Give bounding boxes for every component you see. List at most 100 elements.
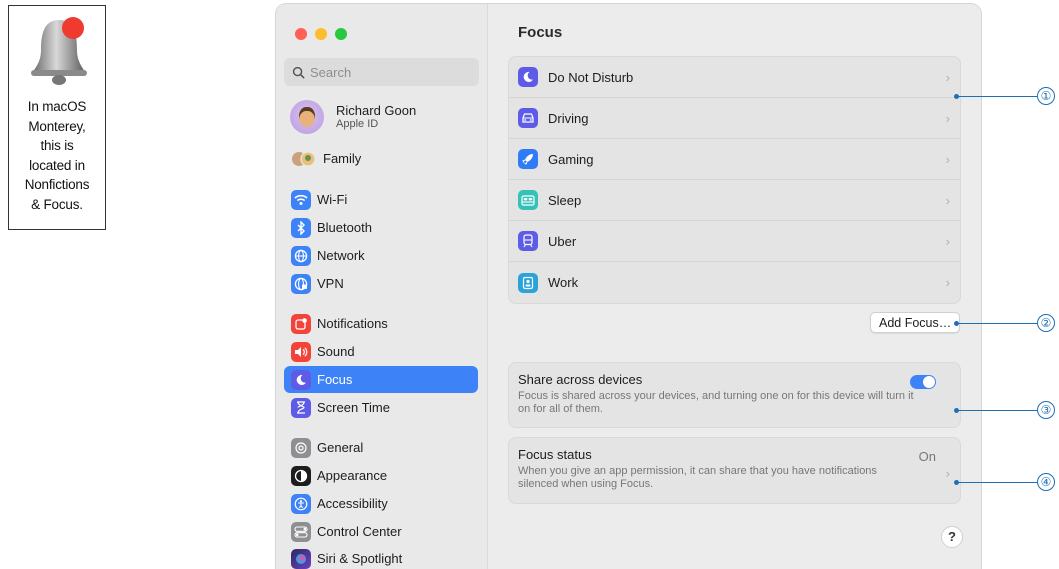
sidebar-item-label: Family [323, 151, 362, 166]
chevron-right-icon: › [945, 192, 950, 208]
focus-row-label: Sleep [548, 192, 582, 208]
focus-row-work[interactable]: Work › [509, 262, 960, 303]
train-icon [518, 231, 538, 251]
sidebar-item-label: Bluetooth [317, 220, 372, 235]
rocket-icon [518, 149, 538, 169]
focus-row-sleep[interactable]: Sleep › [509, 180, 960, 221]
share-title: Share across devices [518, 372, 643, 387]
wifi-icon [291, 189, 311, 210]
minimize-button[interactable] [315, 28, 327, 40]
car-icon [518, 108, 538, 128]
window-controls [295, 28, 347, 40]
bell-icon [31, 17, 87, 85]
sidebar-item-label: Sound [317, 344, 355, 359]
network-icon [291, 245, 311, 266]
annotation-leader-1 [954, 94, 1037, 99]
avatar [290, 100, 324, 134]
sidebar-item-label: Focus [317, 372, 353, 387]
sidebar-item-vpn[interactable]: VPN [284, 270, 478, 297]
sidebar-item-label: Siri & Spotlight [317, 551, 403, 566]
search-input[interactable] [310, 64, 470, 80]
close-button[interactable] [295, 28, 307, 40]
focus-row-label: Driving [548, 110, 589, 126]
bluetooth-icon [291, 217, 311, 238]
chevron-right-icon: › [945, 151, 950, 167]
focus-pane: Focus Do Not Disturb › Driving › Gaming … [488, 4, 981, 569]
share-across-devices-card: Share across devices Focus is shared acr… [508, 362, 961, 428]
sidebar-item-label: Wi-Fi [317, 192, 348, 207]
callout-box: In macOS Monterey, this is located in No… [8, 5, 106, 230]
sidebar-item-appearance[interactable]: Appearance [284, 462, 478, 489]
chevron-right-icon: › [945, 466, 950, 481]
family-icon [291, 149, 317, 169]
annotation-number-3: ③ [1037, 401, 1055, 419]
sidebar-item-wifi[interactable]: Wi-Fi [284, 186, 478, 213]
sidebar-item-label: Network [317, 248, 365, 263]
sidebar-item-family[interactable]: Family [284, 145, 478, 172]
chevron-right-icon: › [945, 69, 950, 85]
focus-row-gaming[interactable]: Gaming › [509, 139, 960, 180]
share-across-devices-toggle[interactable] [910, 375, 936, 389]
search-field[interactable] [284, 58, 479, 86]
sidebar-item-label: General [317, 440, 364, 455]
annotation-leader-3 [954, 408, 1037, 413]
focus-row-label: Work [548, 275, 579, 290]
profile-name: Richard Goon [336, 103, 417, 118]
sidebar-item-network[interactable]: Network [284, 242, 478, 269]
add-focus-button[interactable]: Add Focus… [870, 312, 961, 333]
sidebar-item-accessibility[interactable]: Accessibility [284, 490, 478, 517]
settings-window: Richard Goon Apple ID Family Wi-Fi Bluet… [276, 4, 981, 569]
apple-id-profile[interactable]: Richard Goon Apple ID [290, 100, 416, 134]
focus-modes-list: Do Not Disturb › Driving › Gaming › Slee… [508, 56, 961, 304]
sidebar-item-bluetooth[interactable]: Bluetooth [284, 214, 478, 241]
control-center-icon [291, 521, 311, 542]
annotation-number-2: ② [1037, 314, 1055, 332]
annotation-number-1: ① [1037, 87, 1055, 105]
sidebar-item-sound[interactable]: Sound [284, 338, 478, 365]
accessibility-icon [291, 493, 311, 514]
focus-row-driving[interactable]: Driving › [509, 98, 960, 139]
sidebar-item-label: Accessibility [317, 496, 388, 511]
focus-row-label: Uber [548, 233, 577, 249]
sidebar-item-notifications[interactable]: Notifications [284, 310, 478, 337]
siri-icon [291, 548, 311, 569]
profile-subtitle: Apple ID [336, 118, 379, 130]
vpn-icon [291, 273, 311, 294]
focus-status-value: On [918, 449, 936, 464]
sound-icon [291, 341, 311, 362]
bed-icon [518, 190, 538, 210]
focus-row-label: Gaming [548, 151, 594, 167]
gear-icon [291, 437, 311, 458]
focus-row-label: Do Not Disturb [548, 69, 634, 85]
moon-icon [518, 67, 538, 87]
sidebar: Richard Goon Apple ID Family Wi-Fi Bluet… [276, 4, 488, 569]
notifications-icon [291, 313, 311, 334]
badge-icon [518, 272, 538, 293]
page-title: Focus [518, 24, 563, 41]
focus-status-card[interactable]: Focus status When you give an app permis… [508, 437, 961, 504]
appearance-icon [291, 465, 311, 486]
zoom-button[interactable] [335, 28, 347, 40]
sidebar-item-control-center[interactable]: Control Center [284, 518, 478, 545]
annotation-leader-2 [954, 321, 1037, 326]
chevron-right-icon: › [945, 233, 950, 249]
search-icon [292, 66, 305, 78]
sidebar-item-label: VPN [317, 276, 344, 291]
sidebar-item-label: Control Center [317, 524, 402, 539]
focus-status-title: Focus status [518, 447, 592, 462]
chevron-right-icon: › [945, 110, 950, 126]
focus-moon-icon [291, 369, 311, 390]
annotation-number-4: ④ [1037, 473, 1055, 491]
focus-row-uber[interactable]: Uber › [509, 221, 960, 262]
callout-text: In macOS Monterey, this is located in No… [24, 99, 90, 212]
sidebar-item-focus[interactable]: Focus [284, 366, 478, 393]
sidebar-item-label: Screen Time [317, 400, 390, 415]
help-button[interactable]: ? [941, 526, 963, 548]
focus-row-do-not-disturb[interactable]: Do Not Disturb › [509, 57, 960, 98]
hourglass-icon [291, 397, 311, 418]
sidebar-item-label: Notifications [317, 316, 388, 331]
sidebar-item-general[interactable]: General [284, 434, 478, 461]
focus-status-description: When you give an app permission, it can … [518, 465, 877, 490]
sidebar-item-screen-time[interactable]: Screen Time [284, 394, 478, 421]
sidebar-item-siri-spotlight[interactable]: Siri & Spotlight [284, 545, 478, 569]
